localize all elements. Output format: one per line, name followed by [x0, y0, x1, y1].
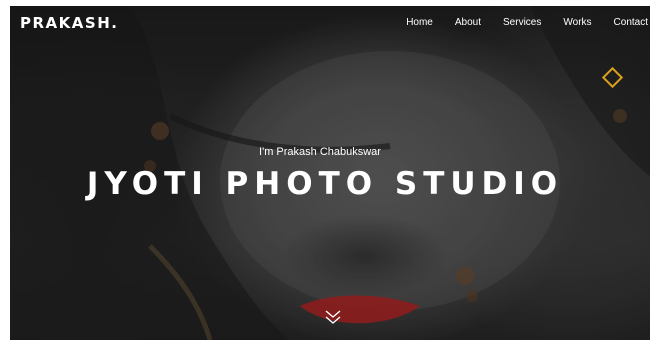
nav-item-home[interactable]: Home: [406, 17, 433, 28]
hero-section: PRAKASH. Home About Services Works Conta…: [10, 6, 650, 340]
nav-item-contact[interactable]: Contact: [614, 17, 648, 28]
hero-subtitle: I'm Prakash Chabukswar: [259, 146, 381, 158]
nav-item-about[interactable]: About: [455, 17, 481, 28]
double-chevron-down-icon: [325, 310, 341, 324]
site-logo[interactable]: PRAKASH.: [20, 14, 118, 32]
nav-item-services[interactable]: Services: [503, 17, 541, 28]
main-nav: Home About Services Works Contact: [384, 17, 648, 28]
nav-item-works[interactable]: Works: [563, 17, 591, 28]
scroll-down-button[interactable]: [323, 308, 343, 326]
site-header: PRAKASH. Home About Services Works Conta…: [10, 6, 650, 42]
hero-title: JYOTI PHOTO STUDIO: [86, 166, 564, 202]
hero-content: I'm Prakash Chabukswar JYOTI PHOTO STUDI…: [10, 146, 650, 202]
